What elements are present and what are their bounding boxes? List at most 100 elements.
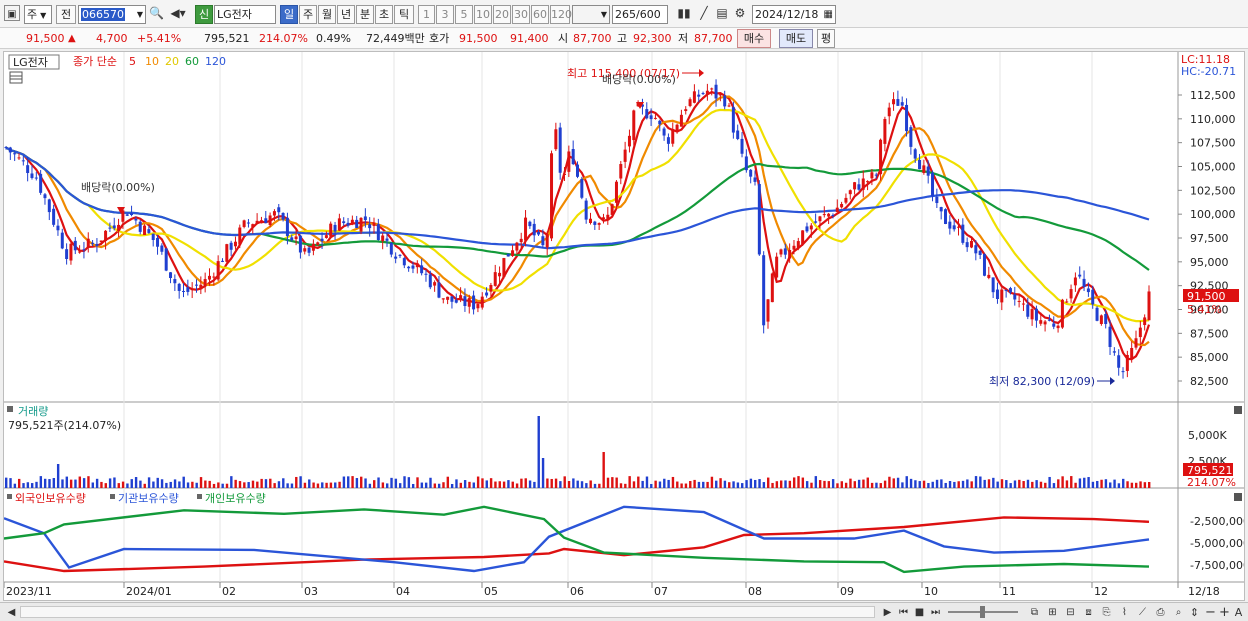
- period-button-1[interactable]: 주: [299, 5, 317, 24]
- search-zoom-icon[interactable]: ⌕: [1170, 604, 1187, 621]
- volume-bar: [805, 481, 809, 488]
- volume-bar: [1022, 481, 1025, 488]
- candle-body: [1104, 314, 1108, 325]
- period-button-3[interactable]: 년: [337, 5, 355, 24]
- chart-type-icon[interactable]: ▮▮: [674, 5, 694, 22]
- volume-bar: [702, 481, 705, 488]
- period-button-0[interactable]: 일: [280, 5, 298, 24]
- candle-body: [169, 272, 173, 279]
- volume-bar: [121, 481, 125, 488]
- date-field[interactable]: 2024/12/18 ▦: [752, 5, 836, 24]
- prev-button[interactable]: 전: [56, 5, 76, 24]
- save-icon[interactable]: ▤: [714, 5, 730, 22]
- candle-body: [528, 221, 532, 227]
- low-price: 87,700: [694, 32, 733, 45]
- copy-icon[interactable]: ⧈: [1080, 604, 1097, 621]
- candle-body: [182, 290, 186, 292]
- stock-name-field[interactable]: LG전자: [214, 5, 276, 24]
- grid-view-icon[interactable]: ⊟: [1062, 604, 1079, 621]
- search-icon[interactable]: 🔍: [148, 5, 165, 22]
- volume-bar: [204, 480, 207, 488]
- volume-bar: [667, 479, 670, 488]
- paste-icon[interactable]: ⎘: [1098, 604, 1115, 621]
- volume-bar: [373, 480, 376, 488]
- volume-bar: [1052, 483, 1056, 488]
- interval-button-3[interactable]: 10: [474, 5, 492, 24]
- candle-body: [580, 178, 584, 198]
- expand-icon[interactable]: ⇕: [1186, 604, 1203, 621]
- interval-button-5[interactable]: 30: [512, 5, 530, 24]
- stop-icon[interactable]: ■: [911, 604, 928, 621]
- period-button-6[interactable]: 틱: [394, 5, 414, 24]
- volume-bar: [178, 481, 181, 488]
- interval-custom-select[interactable]: ▼: [572, 5, 610, 24]
- volume-bar: [308, 479, 311, 488]
- interval-button-1[interactable]: 3: [436, 5, 454, 24]
- last-page-icon[interactable]: ⏭: [927, 604, 944, 621]
- zoom-slider-handle[interactable]: [980, 606, 985, 618]
- volume-value: 795,521: [204, 32, 250, 45]
- candle-body: [1108, 326, 1112, 347]
- font-size-icon[interactable]: A: [1230, 604, 1247, 621]
- stock-chart[interactable]: LG전자 종가 단순 5 10 20 60 120 LC:11.18 HC:-2…: [3, 52, 1248, 600]
- volume-bar: [329, 482, 333, 488]
- price-ytick-11: 85,000: [1190, 351, 1229, 364]
- candle-body: [935, 196, 939, 204]
- chart-area[interactable]: LG전자 종가 단순 5 10 20 60 120 LC:11.18 HC:-2…: [3, 51, 1248, 601]
- print-icon[interactable]: ⎙: [1152, 604, 1169, 621]
- eval-button[interactable]: 평: [817, 29, 835, 48]
- stock-code-input[interactable]: 066570 ▼: [78, 5, 146, 24]
- first-page-icon[interactable]: ⏮: [895, 604, 912, 621]
- volume-bar: [338, 481, 341, 488]
- trend-icon[interactable]: ⌇: [1116, 604, 1133, 621]
- candle-body: [766, 299, 770, 322]
- volume-info: 795,521주(214.07%): [8, 419, 121, 432]
- period-button-5[interactable]: 초: [375, 5, 393, 24]
- x-label-6: 06: [570, 585, 584, 598]
- draw-line-icon[interactable]: ╱: [696, 5, 712, 22]
- market-select[interactable]: 주 ▼: [24, 5, 52, 24]
- holdings-panel-close-icon[interactable]: [1234, 493, 1242, 501]
- candle-body: [368, 224, 372, 229]
- interval-button-6[interactable]: 60: [531, 5, 549, 24]
- volume-bar: [632, 481, 636, 488]
- trade-amount: 72,449백만: [366, 32, 425, 45]
- interval-button-4[interactable]: 20: [493, 5, 511, 24]
- candle-body: [814, 221, 818, 223]
- period-button-4[interactable]: 분: [356, 5, 374, 24]
- scrollbar-track[interactable]: [20, 606, 875, 618]
- period-button-2[interactable]: 월: [318, 5, 336, 24]
- interval-button-0[interactable]: 1: [418, 5, 435, 24]
- buy-button[interactable]: 매수: [737, 29, 771, 48]
- volume-bar: [827, 481, 831, 488]
- scroll-right-icon[interactable]: ▶: [879, 604, 896, 621]
- scroll-left-icon[interactable]: ◀: [3, 604, 20, 621]
- split-view-icon[interactable]: ⊞: [1044, 604, 1061, 621]
- table-icon[interactable]: [9, 71, 23, 84]
- volume-bar: [723, 480, 727, 488]
- data-count-field[interactable]: 265/600: [612, 5, 668, 24]
- window-menu-icon[interactable]: ▣: [4, 5, 20, 21]
- speaker-icon[interactable]: ◀▾: [167, 5, 189, 22]
- calendar-icon[interactable]: ▦: [824, 6, 833, 23]
- volume-bar: [5, 477, 8, 488]
- volume-panel-menu-icon[interactable]: [7, 406, 13, 412]
- volume-panel-close-icon[interactable]: [1234, 406, 1242, 414]
- volume-bar: [901, 482, 904, 488]
- candle-body: [350, 219, 354, 225]
- gear-icon[interactable]: ⚙: [732, 5, 748, 22]
- volume-bar: [680, 483, 683, 488]
- ruler-icon[interactable]: ⟋: [1134, 604, 1151, 621]
- stock-code-value: 066570: [81, 8, 125, 21]
- volume-bar: [95, 478, 99, 488]
- candle-body: [753, 177, 757, 182]
- interval-button-7[interactable]: 120: [550, 5, 572, 24]
- candle-body: [117, 224, 121, 232]
- candle-body: [333, 224, 337, 232]
- volume-bar: [1070, 476, 1073, 488]
- candle-body: [82, 249, 86, 251]
- sell-button[interactable]: 매도: [779, 29, 813, 48]
- interval-button-2[interactable]: 5: [455, 5, 473, 24]
- layout-icon[interactable]: ⧉: [1026, 604, 1043, 621]
- turnover-value: 0.49%: [316, 32, 351, 45]
